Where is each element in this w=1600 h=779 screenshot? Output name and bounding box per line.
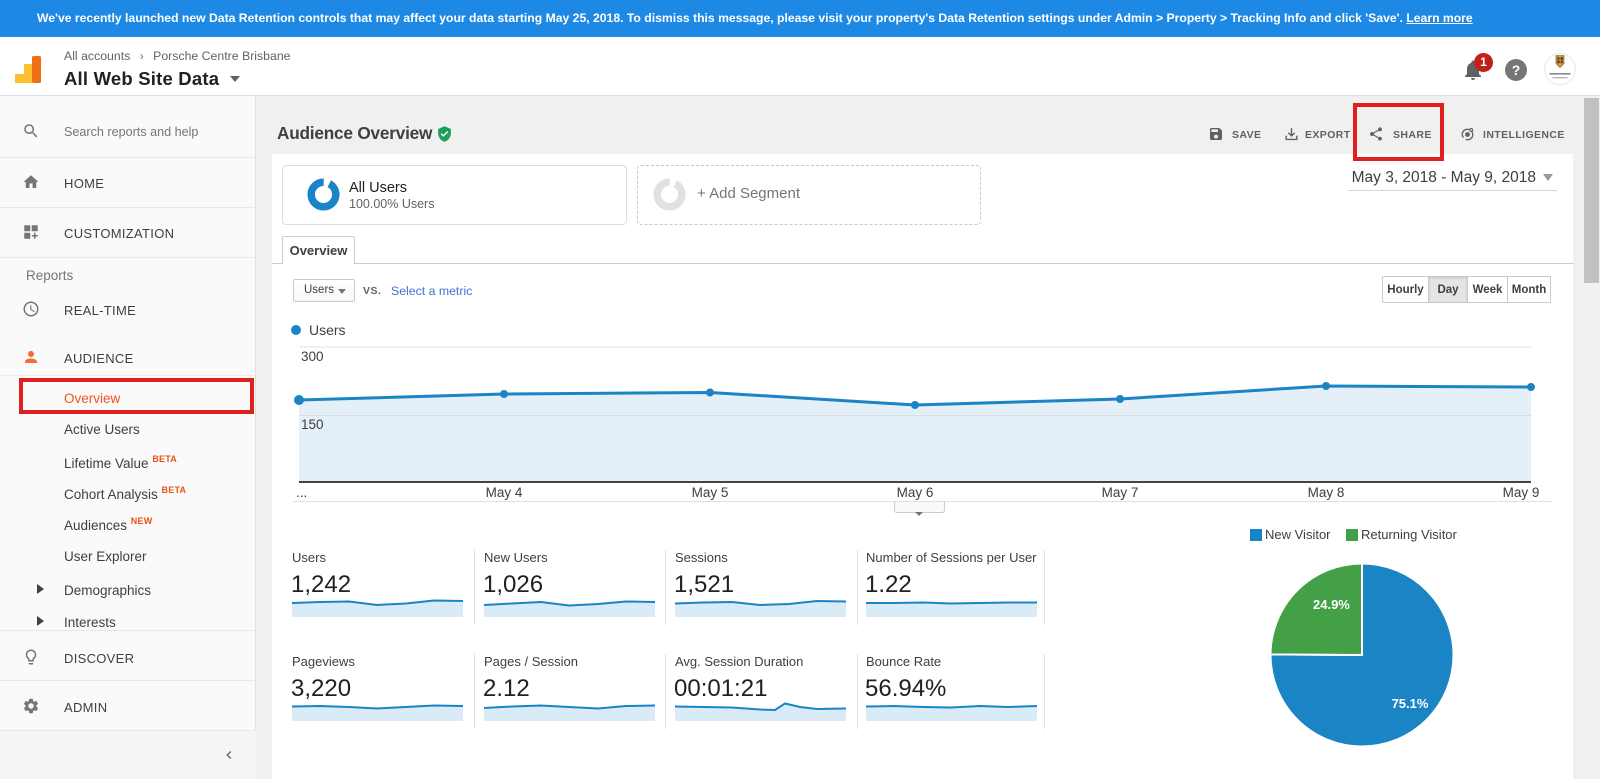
svg-text:...: ... [296, 485, 307, 500]
svg-text:May 4: May 4 [486, 485, 523, 500]
svg-text:300: 300 [301, 349, 324, 364]
svg-text:May 7: May 7 [1102, 485, 1139, 500]
svg-text:24.9%: 24.9% [1313, 597, 1350, 612]
svg-text:75.1%: 75.1% [1392, 696, 1429, 711]
svg-text:May 9: May 9 [1503, 485, 1540, 500]
svg-text:150: 150 [301, 417, 324, 432]
svg-text:May 5: May 5 [692, 485, 729, 500]
svg-text:May 6: May 6 [897, 485, 934, 500]
svg-text:May 8: May 8 [1308, 485, 1345, 500]
